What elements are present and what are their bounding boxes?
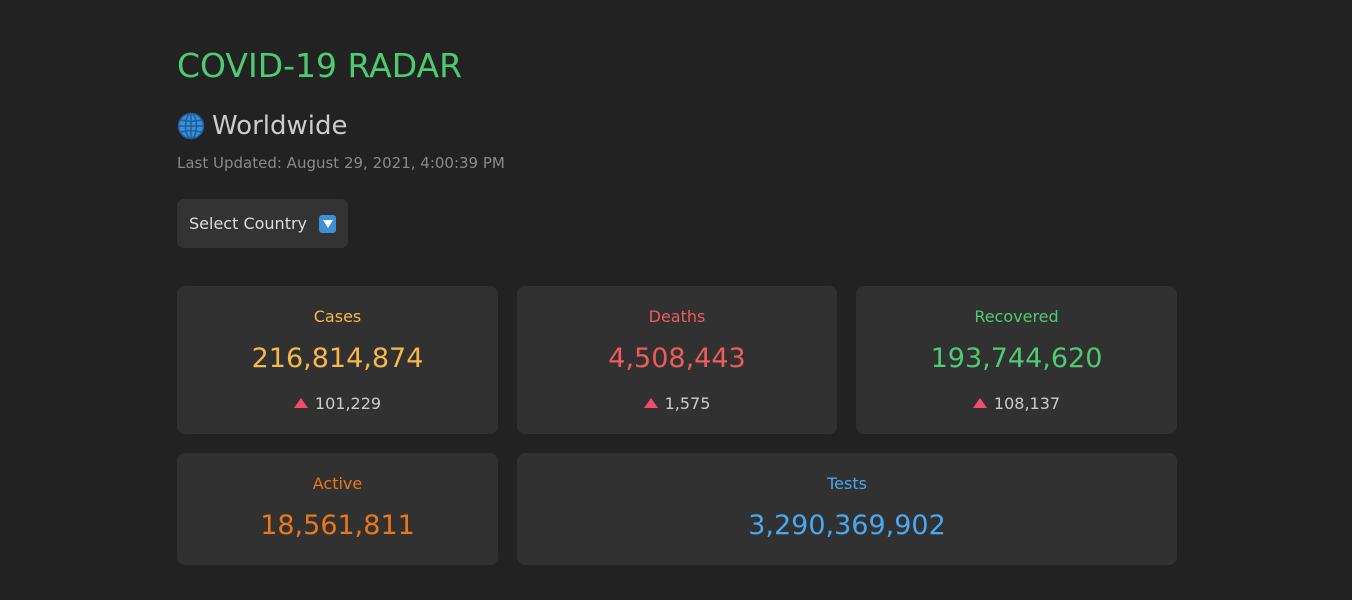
active-label: Active	[312, 474, 363, 493]
cases-delta: 101,229	[177, 393, 498, 415]
cases-delta-value: 101,229	[314, 394, 382, 413]
recovered-label: Recovered	[974, 307, 1059, 326]
last-updated-text: Last Updated: August 29, 2021, 4:00:39 P…	[177, 154, 505, 172]
deaths-card: Deaths 4,508,443 1,575	[517, 286, 837, 434]
select-country-label: Select Country	[189, 214, 308, 233]
cases-card: Cases 216,814,874 101,229	[177, 286, 498, 434]
deaths-delta: 1,575	[517, 393, 837, 415]
active-value: 18,561,811	[260, 510, 415, 541]
cases-label: Cases	[313, 307, 362, 326]
up-arrow-icon	[293, 398, 308, 408]
page: COVID-19 RADAR Worldwide Last Updated: A…	[0, 0, 1352, 600]
deaths-delta-value: 1,575	[664, 394, 711, 413]
deaths-label: Deaths	[648, 307, 706, 326]
active-card: Active 18,561,811	[177, 453, 498, 565]
recovered-delta: 108,137	[856, 393, 1177, 415]
up-arrow-icon	[643, 398, 658, 408]
region-heading: Worldwide	[177, 108, 348, 144]
app-title: COVID-19 RADAR	[177, 46, 463, 85]
globe-icon	[177, 112, 205, 140]
dropdown-arrow-icon	[319, 214, 336, 233]
tests-card: Tests 3,290,369,902	[517, 453, 1177, 565]
up-arrow-icon	[972, 398, 987, 408]
tests-label: Tests	[827, 474, 867, 493]
deaths-value: 4,508,443	[608, 343, 746, 374]
region-name: Worldwide	[212, 111, 348, 141]
select-country-dropdown[interactable]: Select Country	[177, 199, 348, 248]
recovered-value: 193,744,620	[930, 343, 1103, 374]
recovered-delta-value: 108,137	[993, 394, 1061, 413]
recovered-card: Recovered 193,744,620 108,137	[856, 286, 1177, 434]
cases-value: 216,814,874	[251, 343, 424, 374]
tests-value: 3,290,369,902	[748, 510, 946, 541]
